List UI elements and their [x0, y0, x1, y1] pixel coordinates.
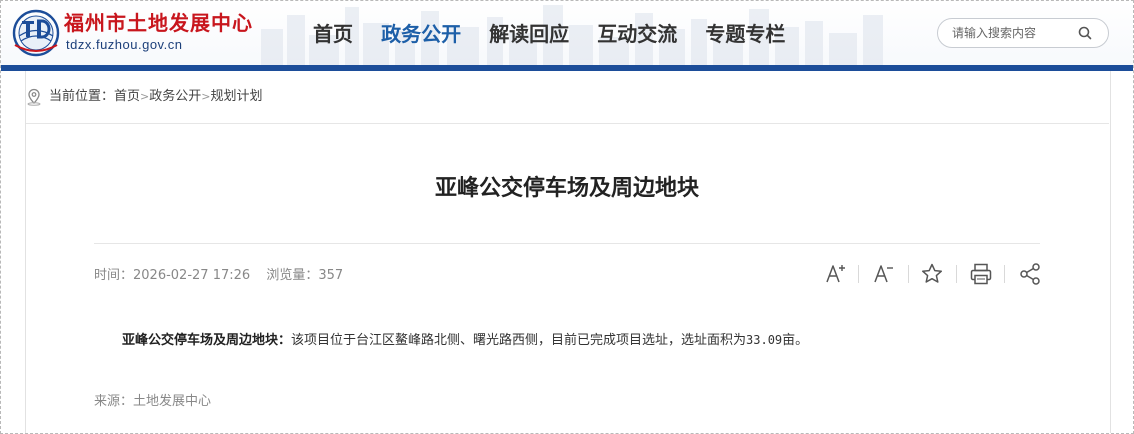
breadcrumb: 当前位置：首页>政务公开>规划计划 — [26, 87, 263, 107]
article-title: 亚峰公交停车场及周边地块 — [434, 176, 699, 201]
publish-time-label: 时间： — [94, 268, 134, 283]
toolbar-separator — [858, 265, 859, 283]
publish-time-value: 2026-02-27 17:26 — [133, 268, 251, 283]
article-meta: 时间：2026-02-27 17:26 浏览量：357 — [94, 264, 355, 283]
font-decrease-icon[interactable] — [870, 260, 898, 288]
site-domain: tdzx.fuzhou.gov.cn — [66, 37, 183, 52]
nav-item-home[interactable]: 首页 — [313, 19, 353, 49]
toolbar-separator — [908, 265, 909, 283]
source-label: 来源： — [94, 394, 134, 409]
print-icon[interactable] — [967, 260, 995, 288]
breadcrumb-planning[interactable]: 规划计划 — [210, 89, 262, 104]
favorite-star-icon[interactable] — [918, 260, 946, 288]
toolbar-separator — [1004, 265, 1005, 283]
site-name[interactable]: 福州市土地发展中心 — [64, 7, 253, 36]
main-nav: 首页 政务公开 解读回应 互动交流 专题专栏 — [313, 19, 808, 49]
article-body-unit: 亩。 — [782, 333, 809, 348]
font-increase-icon[interactable] — [822, 260, 850, 288]
article-body: 亚峰公交停车场及周边地块：该项目位于台江区鳌峰路北侧、曙光路西侧，目前已完成项目… — [122, 329, 808, 348]
breadcrumb-divider — [26, 123, 1109, 124]
publish-time: 时间：2026-02-27 17:26 — [94, 268, 250, 283]
view-count-label: 浏览量： — [266, 268, 319, 283]
search-input[interactable] — [952, 23, 1076, 43]
content-panel — [25, 71, 1111, 433]
share-icon[interactable] — [1016, 260, 1044, 288]
nav-item-interpretation[interactable]: 解读回应 — [489, 19, 569, 49]
article-body-text: 该项目位于台江区鳌峰路北侧、曙光路西侧，目前已完成项目选址，选址面积为 — [291, 333, 747, 348]
nav-item-interaction[interactable]: 互动交流 — [597, 19, 677, 49]
toolbar-separator — [956, 265, 957, 283]
article-toolbar — [822, 260, 1044, 288]
title-divider — [94, 243, 1040, 244]
breadcrumb-government-affairs[interactable]: 政务公开 — [149, 89, 201, 104]
article-source: 来源：土地发展中心 — [94, 390, 211, 409]
article-body-lead: 亚峰公交停车场及周边地块： — [122, 333, 292, 348]
article-body-area: 33.09 — [746, 333, 783, 347]
breadcrumb-prefix: 当前位置： — [49, 89, 115, 104]
view-count-value: 357 — [318, 268, 344, 283]
search-box — [937, 18, 1109, 48]
breadcrumb-home[interactable]: 首页 — [114, 89, 140, 104]
source-value: 土地发展中心 — [133, 394, 212, 409]
site-header: 福州市土地发展中心 tdzx.fuzhou.gov.cn 首页 政务公开 解读回… — [1, 1, 1133, 65]
view-count: 浏览量：357 — [266, 268, 343, 283]
search-icon[interactable] — [1077, 25, 1093, 41]
location-icon — [27, 88, 41, 106]
nav-item-government-affairs[interactable]: 政务公开 — [381, 19, 461, 49]
nav-item-special-topics[interactable]: 专题专栏 — [705, 19, 785, 49]
fuzhou-land-center-emblem — [12, 9, 60, 57]
breadcrumb-separator: > — [140, 90, 150, 103]
